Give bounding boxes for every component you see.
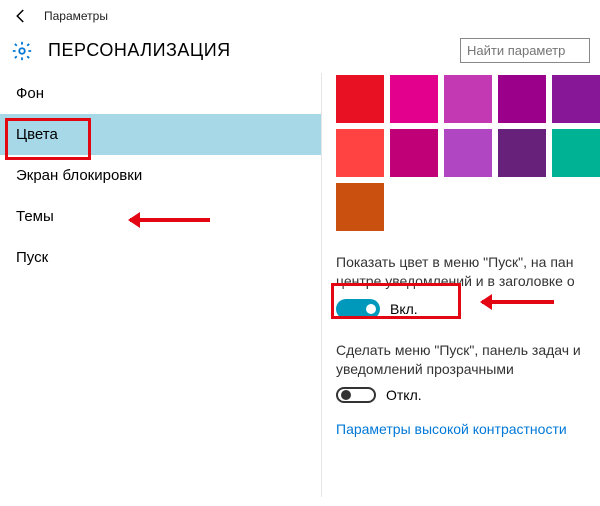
sidebar: Фон Цвета Экран блокировки Темы Пуск — [0, 73, 322, 497]
color-swatch[interactable] — [336, 75, 384, 123]
back-icon[interactable] — [10, 5, 32, 27]
setting-show-color-text: Показать цвет в меню "Пуск", на пан цент… — [336, 253, 600, 291]
search-input[interactable] — [460, 38, 590, 63]
main-content: Показать цвет в меню "Пуск", на пан цент… — [322, 73, 600, 497]
color-swatch[interactable] — [444, 129, 492, 177]
toggle-show-color-label: Вкл. — [390, 301, 418, 317]
high-contrast-link[interactable]: Параметры высокой контрастности — [336, 421, 567, 437]
toggle-transparency[interactable] — [336, 387, 376, 403]
page-title: ПЕРСОНАЛИЗАЦИЯ — [48, 40, 231, 61]
sidebar-item-colors[interactable]: Цвета — [0, 114, 321, 155]
window-title: Параметры — [44, 9, 108, 23]
color-swatches — [336, 75, 600, 231]
color-swatch[interactable] — [552, 129, 600, 177]
color-swatch[interactable] — [390, 75, 438, 123]
toggle-show-color[interactable] — [336, 299, 380, 319]
toggle-transparency-label: Откл. — [386, 387, 422, 403]
sidebar-item-start[interactable]: Пуск — [0, 237, 321, 278]
color-swatch[interactable] — [498, 75, 546, 123]
sidebar-item-background[interactable]: Фон — [0, 73, 321, 114]
color-swatch[interactable] — [336, 129, 384, 177]
color-swatch[interactable] — [552, 75, 600, 123]
sidebar-item-themes[interactable]: Темы — [0, 196, 321, 237]
color-swatch[interactable] — [498, 129, 546, 177]
setting-transparency-text: Сделать меню "Пуск", панель задач и увед… — [336, 341, 600, 379]
gear-icon — [10, 39, 34, 63]
color-swatch[interactable] — [336, 183, 384, 231]
color-swatch[interactable] — [390, 129, 438, 177]
sidebar-item-lockscreen[interactable]: Экран блокировки — [0, 155, 321, 196]
color-swatch[interactable] — [444, 75, 492, 123]
